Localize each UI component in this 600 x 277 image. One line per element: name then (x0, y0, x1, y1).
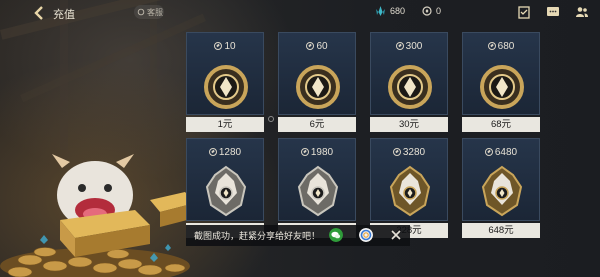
rp-value: 0 (436, 6, 442, 16)
rp-coin-icon (422, 6, 432, 16)
crystal-value: 680 (390, 6, 406, 16)
price-button[interactable]: 6元 (278, 117, 356, 132)
product-amount-value: 6480 (494, 147, 518, 158)
top-bar: 充值 客服 680 0 (0, 0, 600, 26)
product-amount-value: 680 (497, 41, 515, 52)
headset-icon (137, 8, 145, 16)
rp-emblem-art-icon (293, 161, 343, 219)
customer-service-button[interactable]: 客服 (134, 5, 164, 19)
moments-share-icon[interactable] (359, 228, 373, 242)
product-amount-value: 300 (405, 41, 423, 52)
product-card[interactable]: 1280 (186, 138, 264, 221)
price-button[interactable]: 68元 (462, 117, 540, 132)
task-icon[interactable] (517, 5, 531, 19)
product-amount-value: 1280 (218, 147, 242, 158)
rp-emblem-art-icon (477, 161, 527, 219)
price-button[interactable]: 648元 (462, 223, 540, 238)
chat-icon[interactable] (546, 5, 560, 19)
product-card[interactable]: 3280 (370, 138, 448, 221)
price-button[interactable]: 1元 (186, 117, 264, 132)
wechat-share-icon[interactable] (329, 228, 343, 242)
rp-coin-icon (208, 148, 217, 156)
rp-balance: 0 (422, 6, 441, 16)
crystal-icon (376, 6, 385, 16)
product-card[interactable]: 10 (186, 32, 264, 115)
customer-service-label: 客服 (147, 7, 163, 17)
rp-coin-icon (306, 42, 315, 50)
back-arrow-icon[interactable] (32, 5, 48, 21)
close-icon[interactable] (389, 228, 403, 242)
page-title: 充值 (53, 9, 75, 21)
rp-coin-art-icon (385, 55, 435, 113)
rp-coin-art-icon (293, 55, 343, 113)
price-button[interactable]: 30元 (370, 117, 448, 132)
product-amount: 10 (187, 41, 263, 52)
page-indicator-dot (268, 116, 274, 122)
rp-emblem-art-icon (385, 161, 435, 219)
product-card[interactable]: 300 (370, 32, 448, 115)
poro-gold-illustration (0, 154, 195, 277)
product-amount: 1980 (279, 147, 355, 158)
rp-emblem-art-icon (201, 161, 251, 219)
product-card[interactable]: 680 (462, 32, 540, 115)
product-amount-value: 10 (224, 41, 236, 52)
rp-coin-icon (395, 42, 404, 50)
rp-coin-art-icon (477, 55, 527, 113)
product-amount: 6480 (463, 147, 539, 158)
product-amount: 680 (463, 41, 539, 52)
screenshot-toast: 截图成功，赶紧分享给好友吧！ (186, 225, 410, 246)
product-amount: 1280 (187, 147, 263, 158)
product-amount: 60 (279, 41, 355, 52)
rp-coin-icon (392, 148, 401, 156)
product-card[interactable]: 1980 (278, 138, 356, 221)
product-amount: 3280 (371, 147, 447, 158)
product-amount-value: 3280 (402, 147, 426, 158)
rp-coin-art-icon (201, 55, 251, 113)
rp-coin-icon (300, 148, 309, 156)
product-amount-value: 1980 (310, 147, 334, 158)
rp-coin-icon (484, 148, 493, 156)
product-card[interactable]: 6480 (462, 138, 540, 221)
friends-icon[interactable] (575, 5, 589, 19)
rp-coin-icon (214, 42, 223, 50)
product-amount-value: 60 (316, 41, 328, 52)
toast-message: 截图成功，赶紧分享给好友吧！ (194, 231, 321, 241)
product-card[interactable]: 60 (278, 32, 356, 115)
rp-coin-icon (487, 42, 496, 50)
crystal-balance: 680 (375, 6, 405, 16)
product-amount: 300 (371, 41, 447, 52)
